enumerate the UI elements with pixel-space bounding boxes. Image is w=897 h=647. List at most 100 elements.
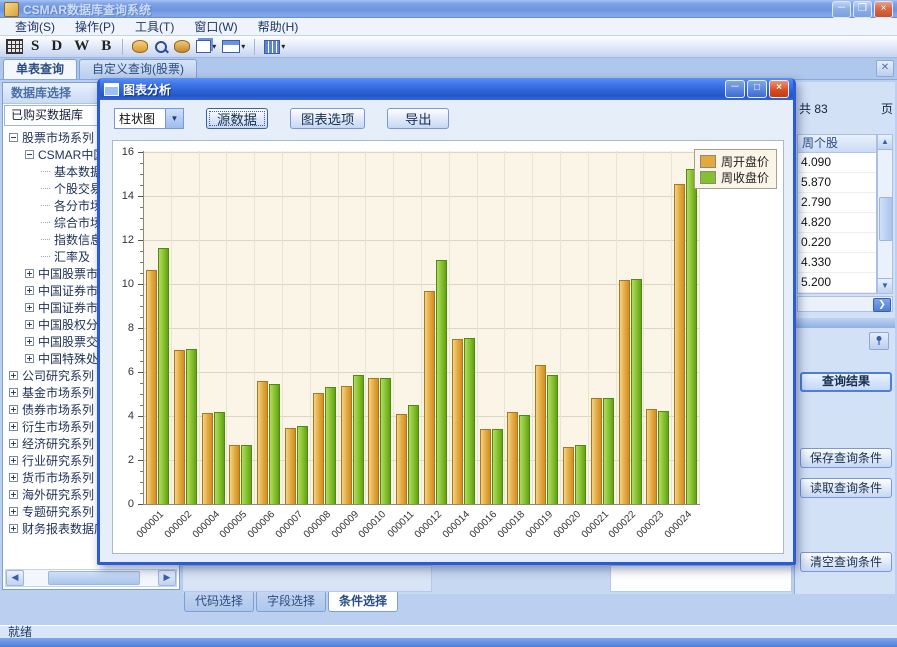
expand-icon[interactable] xyxy=(9,405,18,414)
expand-icon[interactable] xyxy=(25,286,34,295)
bar-周收盘价-000018[interactable] xyxy=(519,415,530,504)
bar-周收盘价-000005[interactable] xyxy=(241,445,252,504)
grid-view-icon[interactable]: ▾ xyxy=(264,40,285,54)
query-result-button[interactable]: 查询结果 xyxy=(800,372,892,392)
close-button[interactable]: × xyxy=(874,1,893,18)
search-icon[interactable] xyxy=(154,40,168,54)
bar-周开盘价-000014[interactable] xyxy=(452,339,463,504)
save-query-button[interactable]: 保存查询条件 xyxy=(800,448,892,468)
bar-周收盘价-000004[interactable] xyxy=(214,412,225,504)
bar-周开盘价-000004[interactable] xyxy=(202,413,213,504)
bar-周开盘价-000011[interactable] xyxy=(396,414,407,504)
expand-icon[interactable] xyxy=(9,524,18,533)
bar-周收盘价-000014[interactable] xyxy=(464,338,475,504)
tree-horizontal-scrollbar[interactable]: ◀ ▶ xyxy=(5,569,177,587)
bar-周开盘价-000009[interactable] xyxy=(341,386,352,504)
bar-周开盘价-000001[interactable] xyxy=(146,270,157,504)
scroll-up-icon[interactable]: ▲ xyxy=(878,135,892,150)
bar-周收盘价-000008[interactable] xyxy=(325,387,336,504)
source-data-button[interactable]: 源数据 xyxy=(206,108,268,129)
menu-item[interactable]: 工具(T) xyxy=(126,17,183,36)
results-vertical-scrollbar[interactable]: ▲ ▼ xyxy=(877,134,893,294)
table-row[interactable]: 4.820 xyxy=(798,213,876,233)
table-row[interactable]: 4.330 xyxy=(798,253,876,273)
bar-周收盘价-000002[interactable] xyxy=(186,349,197,504)
bar-周开盘价-000006[interactable] xyxy=(257,381,268,504)
expand-icon[interactable] xyxy=(9,388,18,397)
bar-周开盘价-000023[interactable] xyxy=(646,409,657,504)
tab-close-icon[interactable]: ✕ xyxy=(876,60,894,77)
load-query-button[interactable]: 读取查询条件 xyxy=(800,478,892,498)
toolbar-letter-s[interactable]: S xyxy=(29,38,41,55)
results-horizontal-scrollbar[interactable]: ❯ xyxy=(797,296,893,312)
tab-single-table-query[interactable]: 单表查询 xyxy=(3,59,77,79)
toolbar-letter-w[interactable]: W xyxy=(72,38,91,55)
expand-icon[interactable] xyxy=(9,473,18,482)
expand-icon[interactable] xyxy=(25,320,34,329)
bar-周收盘价-000001[interactable] xyxy=(158,248,169,504)
bar-周开盘价-000024[interactable] xyxy=(674,184,685,504)
bar-周开盘价-000016[interactable] xyxy=(480,429,491,504)
dialog-title-bar[interactable]: 图表分析 － □ × xyxy=(100,78,793,100)
menu-item[interactable]: 操作(P) xyxy=(66,17,124,36)
pin-icon[interactable] xyxy=(869,332,889,350)
scroll-right-icon[interactable]: ❯ xyxy=(873,298,891,312)
bar-周开盘价-000008[interactable] xyxy=(313,393,324,504)
cascade-windows-icon[interactable]: ▾ xyxy=(196,40,216,53)
bar-周开盘价-000007[interactable] xyxy=(285,428,296,504)
minimize-button[interactable]: － xyxy=(832,1,851,18)
bar-周收盘价-000011[interactable] xyxy=(408,405,419,504)
bottom-tab-代码选择[interactable]: 代码选择 xyxy=(184,592,254,612)
scrollbar-thumb[interactable] xyxy=(879,197,893,241)
table-icon[interactable] xyxy=(6,39,23,54)
bar-周收盘价-000022[interactable] xyxy=(631,279,642,505)
bar-周收盘价-000006[interactable] xyxy=(269,384,280,504)
bar-周收盘价-000021[interactable] xyxy=(603,398,614,504)
expand-icon[interactable] xyxy=(9,507,18,516)
menu-item[interactable]: 查询(S) xyxy=(6,17,64,36)
expand-icon[interactable] xyxy=(9,456,18,465)
bar-周收盘价-000007[interactable] xyxy=(297,426,308,504)
bar-周收盘价-000019[interactable] xyxy=(547,375,558,504)
table-row[interactable]: 2.790 xyxy=(798,193,876,213)
table-row[interactable]: 4.090 xyxy=(798,153,876,173)
bar-周开盘价-000002[interactable] xyxy=(174,350,185,504)
bar-周开盘价-000010[interactable] xyxy=(368,378,379,505)
dialog-minimize-button[interactable]: － xyxy=(725,80,745,98)
bar-周开盘价-000020[interactable] xyxy=(563,447,574,504)
bar-周开盘价-000012[interactable] xyxy=(424,291,435,504)
form-view-icon[interactable]: ▾ xyxy=(222,40,245,53)
expand-icon[interactable] xyxy=(9,439,18,448)
column-header[interactable]: 周个股 xyxy=(798,135,876,153)
scroll-left-icon[interactable]: ◀ xyxy=(6,570,24,586)
expand-icon[interactable] xyxy=(25,354,34,363)
bar-周开盘价-000018[interactable] xyxy=(507,412,518,504)
bar-周开盘价-000022[interactable] xyxy=(619,280,630,504)
expand-icon[interactable] xyxy=(9,422,18,431)
bar-周收盘价-000010[interactable] xyxy=(380,378,391,505)
table-row[interactable]: 5.870 xyxy=(798,173,876,193)
bar-周开盘价-000019[interactable] xyxy=(535,365,546,504)
chevron-down-icon[interactable]: ▼ xyxy=(165,109,183,128)
bar-周开盘价-000021[interactable] xyxy=(591,398,602,504)
restore-button[interactable]: ❐ xyxy=(853,1,872,18)
menu-item[interactable]: 窗口(W) xyxy=(185,17,246,36)
scroll-right-icon[interactable]: ▶ xyxy=(158,570,176,586)
bar-周开盘价-000005[interactable] xyxy=(229,445,240,504)
dialog-close-button[interactable]: × xyxy=(769,80,789,98)
expand-icon[interactable] xyxy=(25,303,34,312)
expand-icon[interactable] xyxy=(9,490,18,499)
collapse-icon[interactable] xyxy=(25,150,34,159)
database-edit-icon[interactable] xyxy=(174,40,190,53)
expand-icon[interactable] xyxy=(25,269,34,278)
dialog-maximize-button[interactable]: □ xyxy=(747,80,767,98)
chart-options-button[interactable]: 图表选项 xyxy=(290,108,365,129)
expand-icon[interactable] xyxy=(9,371,18,380)
database-refresh-icon[interactable] xyxy=(132,40,148,53)
bar-周收盘价-000012[interactable] xyxy=(436,260,447,504)
bar-周收盘价-000023[interactable] xyxy=(658,411,669,505)
scrollbar-thumb[interactable] xyxy=(48,571,140,585)
table-row[interactable]: 5.200 xyxy=(798,273,876,293)
expand-icon[interactable] xyxy=(25,337,34,346)
tab-custom-query-stock[interactable]: 自定义查询(股票) xyxy=(79,59,197,79)
